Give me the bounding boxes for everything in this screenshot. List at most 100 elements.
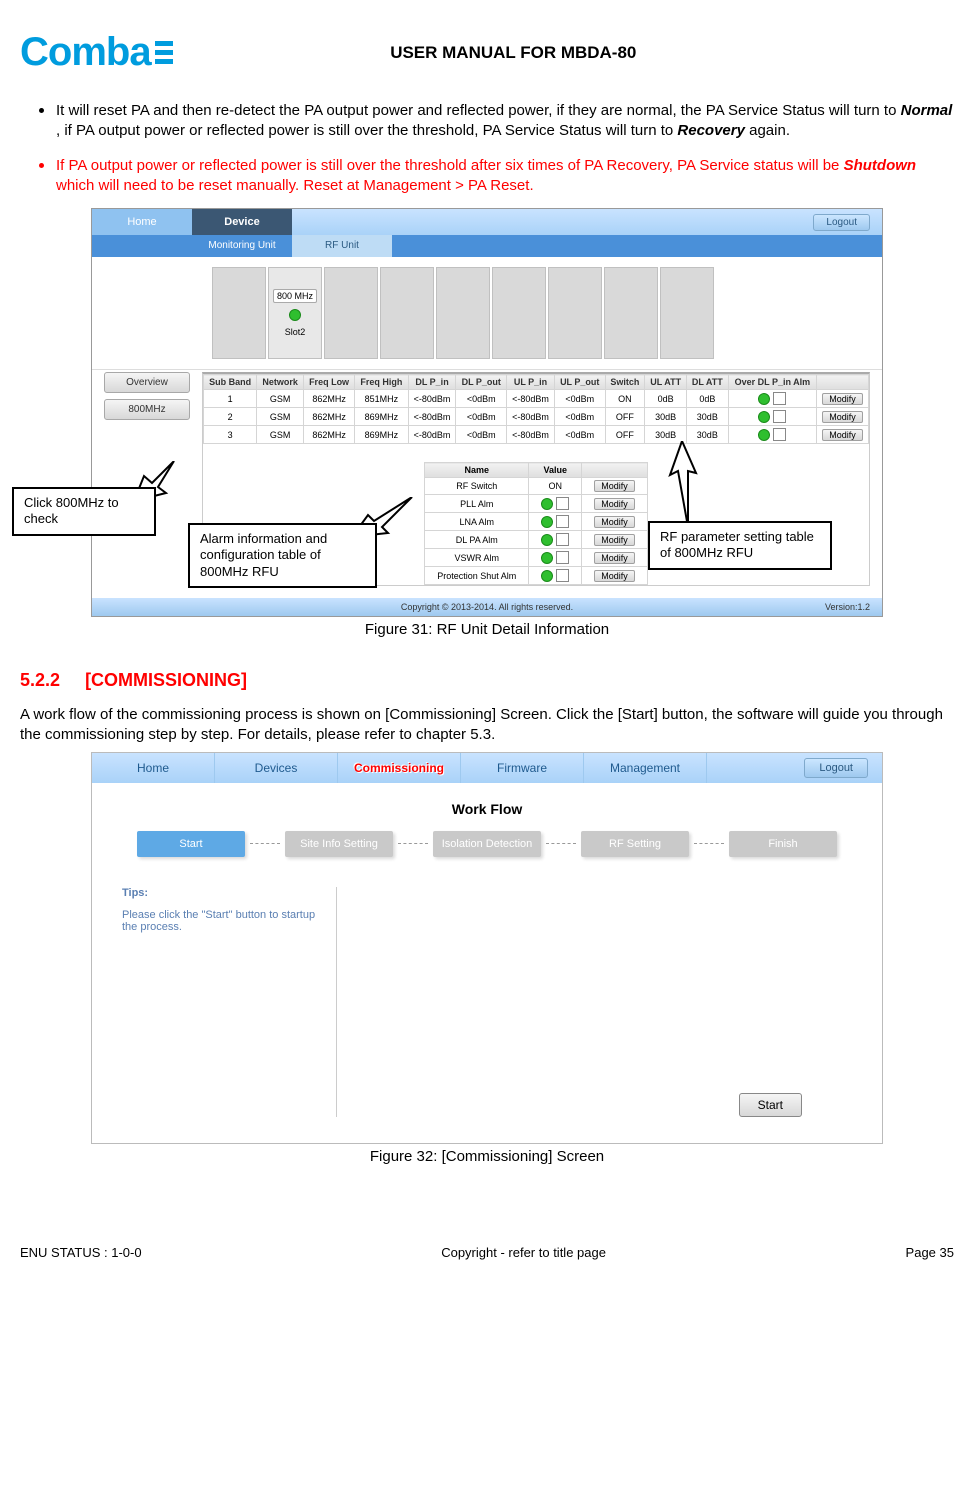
workflow-row: Start Site Info Setting Isolation Detect… <box>92 831 882 857</box>
callout-click-800mhz: Click 800MHz to check <box>12 487 156 536</box>
status-led-icon <box>541 534 553 546</box>
alarm-checkbox[interactable] <box>556 551 569 564</box>
band-800mhz-button[interactable]: 800MHz <box>104 399 190 420</box>
alarm-checkbox[interactable] <box>773 410 786 423</box>
modify-button[interactable]: Modify <box>822 411 863 423</box>
table-row: Protection Shut AlmModify <box>425 567 648 585</box>
slot-empty-2[interactable] <box>324 267 378 359</box>
figure-32-screenshot: Home Devices Commissioning Firmware Mana… <box>91 752 883 1144</box>
alarm-checkbox[interactable] <box>556 497 569 510</box>
wf-step-siteinfo[interactable]: Site Info Setting <box>285 831 393 857</box>
alarm-checkbox[interactable] <box>773 392 786 405</box>
table-row: VSWR AlmModify <box>425 549 648 567</box>
table-row: LNA AlmModify <box>425 513 648 531</box>
footer-center: Copyright - refer to title page <box>441 1245 606 1260</box>
modify-button[interactable]: Modify <box>594 498 635 510</box>
top-nav: Home Device Logout <box>92 209 882 235</box>
table-row: 1GSM862MHz851MHz<-80dBm<0dBm<-80dBm<0dBm… <box>204 390 869 408</box>
wf-separator-icon <box>245 843 285 844</box>
logout-button[interactable]: Logout <box>813 214 870 231</box>
bullet-item-1: It will reset PA and then re-detect the … <box>56 97 954 142</box>
wf-step-rfsetting[interactable]: RF Setting <box>581 831 689 857</box>
nav-management[interactable]: Management <box>584 753 707 783</box>
document-title: USER MANUAL FOR MBDA-80 <box>73 43 954 63</box>
tips-panel: Tips: Please click the "Start" button to… <box>122 887 337 1117</box>
wf-step-start[interactable]: Start <box>137 831 245 857</box>
modify-button[interactable]: Modify <box>822 393 863 405</box>
slot-800mhz[interactable]: 800 MHz Slot2 <box>268 267 322 359</box>
alarm-checkbox[interactable] <box>556 515 569 528</box>
subnav-monitoring[interactable]: Monitoring Unit <box>192 235 292 257</box>
slot-freq-label: 800 MHz <box>273 289 317 303</box>
figure-31-caption: Figure 31: RF Unit Detail Information <box>20 621 954 638</box>
callout-arrow-icon <box>658 441 708 527</box>
table-row: PLL AlmModify <box>425 495 648 513</box>
tips-right-area: Start <box>337 887 852 1117</box>
alarm-checkbox[interactable] <box>556 569 569 582</box>
status-led-icon <box>758 393 770 405</box>
nav-home[interactable]: Home <box>92 753 215 783</box>
callout-alarm-info: Alarm information and configuration tabl… <box>188 523 377 588</box>
workflow-title: Work Flow <box>92 801 882 817</box>
slot-empty-5[interactable] <box>492 267 546 359</box>
nav-firmware[interactable]: Firmware <box>461 753 584 783</box>
slot-empty-7[interactable] <box>604 267 658 359</box>
rf-table-header-row: Sub Band Network Freq Low Freq High DL P… <box>204 375 869 390</box>
alarm-table: Name Value RF SwitchONModifyPLL AlmModif… <box>424 462 648 585</box>
overview-button[interactable]: Overview <box>104 372 190 393</box>
tips-heading: Tips: <box>122 887 322 899</box>
modify-button[interactable]: Modify <box>594 552 635 564</box>
figure-31-screenshot: Home Device Logout Monitoring Unit RF Un… <box>91 208 883 617</box>
slot-empty-6[interactable] <box>548 267 602 359</box>
subnav-rf-unit[interactable]: RF Unit <box>292 235 392 257</box>
slot-empty-4[interactable] <box>436 267 490 359</box>
status-led-icon <box>541 498 553 510</box>
status-led-icon <box>758 429 770 441</box>
nav-devices[interactable]: Devices <box>215 753 338 783</box>
wf-separator-icon <box>689 843 729 844</box>
start-button[interactable]: Start <box>739 1093 802 1117</box>
alarm-checkbox[interactable] <box>556 533 569 546</box>
wf-separator-icon <box>393 843 433 844</box>
logout-button[interactable]: Logout <box>804 758 868 778</box>
nav-home[interactable]: Home <box>92 209 192 235</box>
modify-button[interactable]: Modify <box>594 516 635 528</box>
footer-right: Page 35 <box>906 1245 954 1260</box>
alarm-checkbox[interactable] <box>773 428 786 441</box>
version-text: Version:1.2 <box>825 602 870 612</box>
modify-button[interactable]: Modify <box>594 480 635 492</box>
modify-button[interactable]: Modify <box>594 570 635 582</box>
rf-parameter-table: Sub Band Network Freq Low Freq High DL P… <box>203 374 869 444</box>
nav-device[interactable]: Device <box>192 209 292 235</box>
commissioning-nav: Home Devices Commissioning Firmware Mana… <box>92 753 882 783</box>
callout-rf-parameter: RF parameter setting table of 800MHz RFU <box>648 521 832 570</box>
section-paragraph: A work flow of the commissioning process… <box>20 705 954 746</box>
em-normal: Normal <box>901 102 953 119</box>
wf-step-finish[interactable]: Finish <box>729 831 837 857</box>
page-footer: ENU STATUS : 1-0-0 Copyright - refer to … <box>20 1245 954 1260</box>
figure-32-caption: Figure 32: [Commissioning] Screen <box>20 1148 954 1165</box>
status-led-icon <box>541 516 553 528</box>
commissioning-lower: Tips: Please click the "Start" button to… <box>92 875 882 1129</box>
status-led-icon <box>541 552 553 564</box>
modify-button[interactable]: Modify <box>594 534 635 546</box>
section-heading: 5.2.2 [COMMISSIONING] <box>20 670 954 691</box>
sub-nav: Monitoring Unit RF Unit <box>92 235 882 257</box>
nav-commissioning[interactable]: Commissioning <box>338 753 461 783</box>
em-shutdown: Shutdown <box>844 157 916 174</box>
slot-empty-3[interactable] <box>380 267 434 359</box>
footer-left: ENU STATUS : 1-0-0 <box>20 1245 142 1260</box>
table-row: RF SwitchONModify <box>425 478 648 495</box>
copyright-text: Copyright © 2013-2014. All rights reserv… <box>401 602 573 612</box>
bullet-item-2: If PA output power or reflected power is… <box>56 152 954 197</box>
table-row: DL PA AlmModify <box>425 531 648 549</box>
status-led-icon <box>758 411 770 423</box>
wf-step-isolation[interactable]: Isolation Detection <box>433 831 541 857</box>
slot-empty-1[interactable] <box>212 267 266 359</box>
modify-button[interactable]: Modify <box>822 429 863 441</box>
wf-separator-icon <box>541 843 581 844</box>
status-led-icon <box>541 570 553 582</box>
slot-empty-8[interactable] <box>660 267 714 359</box>
status-led-icon <box>289 309 301 321</box>
tips-text: Please click the "Start" button to start… <box>122 909 315 933</box>
